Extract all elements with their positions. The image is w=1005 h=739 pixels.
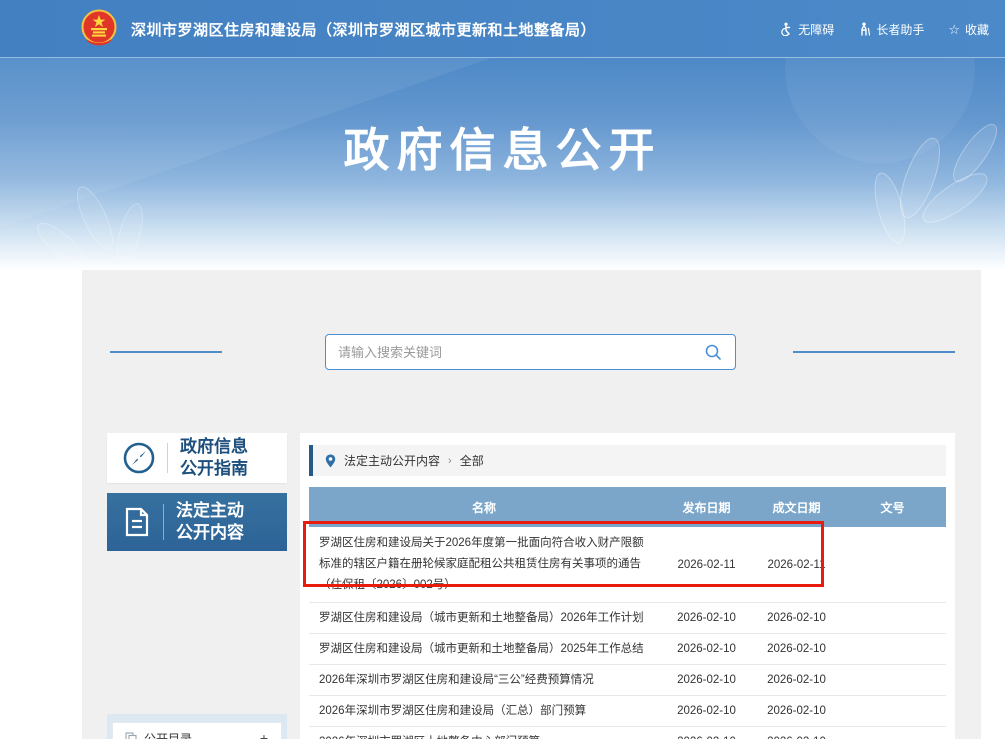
search-box (325, 334, 736, 370)
breadcrumb-separator-icon: › (448, 455, 452, 467)
sidebar-item-statutory-disclosure[interactable]: 法定主动 公开内容 (107, 493, 287, 551)
location-pin-icon (325, 454, 336, 468)
highlight-annotation-box (303, 521, 824, 587)
document-title-link[interactable]: 2026年深圳市罗湖区土地整备中心部门预算 (309, 726, 659, 739)
column-header-publish-date: 发布日期 (659, 499, 754, 516)
accessibility-label: 无障碍 (798, 21, 834, 38)
search-divider-left (110, 351, 222, 353)
publish-date: 2026-02-10 (659, 643, 754, 655)
document-icon (121, 505, 153, 539)
document-title-link[interactable]: 罗湖区住房和建设局（城市更新和土地整备局）2026年工作计划 (309, 602, 659, 635)
elder-assist-label: 长者助手 (876, 21, 924, 38)
publish-date: 2026-02-10 (659, 612, 754, 624)
compass-icon (121, 440, 157, 476)
star-icon: ☆ (948, 23, 960, 36)
breadcrumb-root[interactable]: 法定主动公开内容 (344, 452, 440, 469)
table-row[interactable]: 2026年深圳市罗湖区住房和建设局“三公”经费预算情况 2026-02-10 2… (309, 665, 946, 696)
divider (167, 443, 168, 473)
written-date: 2026-02-10 (754, 612, 839, 624)
written-date: 2026-02-10 (754, 674, 839, 686)
accessibility-link[interactable]: 无障碍 (779, 21, 834, 38)
sidebar-active-label: 法定主动 公开内容 (176, 500, 244, 544)
pages-icon (125, 732, 137, 739)
brand[interactable]: 深圳市罗湖区住房和建设局（深圳市罗湖区城市更新和土地整备局） (78, 7, 596, 51)
table-row[interactable]: 罗湖区住房和建设局（城市更新和土地整备局）2025年工作总结 2026-02-1… (309, 634, 946, 665)
document-title-link[interactable]: 罗湖区住房和建设局（城市更新和土地整备局）2025年工作总结 (309, 633, 659, 666)
page-title: 政府信息公开 (0, 114, 1005, 180)
publish-date: 2026-02-10 (659, 705, 754, 717)
written-date: 2026-02-10 (754, 705, 839, 717)
site-title: 深圳市罗湖区住房和建设局（深圳市罗湖区城市更新和土地整备局） (131, 19, 596, 40)
search-icon (704, 343, 722, 361)
page: 政府信息公开 深圳市罗湖区住房和建设局（深圳市罗湖区城市更新和土地整备局） (0, 0, 1005, 739)
elder-assist-link[interactable]: 长者助手 (858, 21, 924, 38)
column-header-doc-number: 文号 (839, 499, 946, 516)
document-title-link[interactable]: 2026年深圳市罗湖区住房和建设局（汇总）部门预算 (309, 695, 659, 728)
sidebar: 政府信息 公开指南 法定主动 公开内容 (107, 433, 287, 551)
written-date: 2026-02-10 (754, 643, 839, 655)
menu-label: 公开目录 (144, 730, 192, 739)
sidebar-item-guide[interactable]: 政府信息 公开指南 (107, 433, 287, 483)
sidebar-submenu: 公开目录 + 机构职能 + 政策文件 (107, 714, 287, 739)
favorite-link[interactable]: ☆ 收藏 (948, 21, 989, 38)
sidebar-item-disclosure-catalog[interactable]: 公开目录 + (112, 722, 282, 739)
sidebar-guide-label: 政府信息 公开指南 (180, 436, 248, 480)
top-links: 无障碍 长者助手 ☆ 收藏 (779, 0, 989, 58)
search-divider-right (793, 351, 955, 353)
search-input[interactable] (338, 345, 703, 360)
search-button[interactable] (703, 342, 723, 362)
national-emblem-logo (78, 7, 120, 51)
column-header-written-date: 成文日期 (754, 499, 839, 516)
favorite-label: 收藏 (965, 21, 989, 38)
document-title-link[interactable]: 2026年深圳市罗湖区住房和建设局“三公”经费预算情况 (309, 664, 659, 697)
elder-assist-icon (858, 22, 871, 36)
publish-date: 2026-02-10 (659, 674, 754, 686)
table-row[interactable]: 罗湖区住房和建设局（城市更新和土地整备局）2026年工作计划 2026-02-1… (309, 603, 946, 634)
accessibility-icon (779, 22, 793, 36)
expand-plus-icon[interactable]: + (260, 730, 268, 739)
content-container: 政府信息 公开指南 法定主动 公开内容 (82, 270, 981, 739)
table-row[interactable]: 2026年深圳市罗湖区土地整备中心部门预算 2026-02-10 2026-02… (309, 727, 946, 739)
topbar: 深圳市罗湖区住房和建设局（深圳市罗湖区城市更新和土地整备局） 无障碍 长者助手 (0, 0, 1005, 58)
banner: 政府信息公开 (0, 58, 1005, 270)
breadcrumb: 法定主动公开内容 › 全部 (309, 445, 946, 476)
divider (163, 504, 164, 540)
column-header-name: 名称 (309, 499, 659, 516)
table-row[interactable]: 2026年深圳市罗湖区住房和建设局（汇总）部门预算 2026-02-10 202… (309, 696, 946, 727)
breadcrumb-current[interactable]: 全部 (460, 452, 484, 469)
